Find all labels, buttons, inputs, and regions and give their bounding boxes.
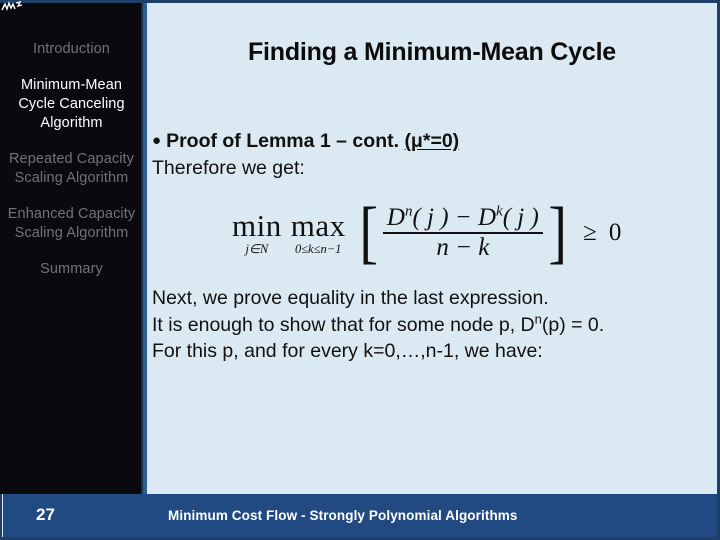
footer-bar: 27 Minimum Cost Flow - Strongly Polynomi… (3, 494, 717, 537)
subline-text: Therefore we get: (152, 157, 305, 179)
bullet-underlined-text: (μ*=0) (404, 130, 460, 152)
slide: Introduction Minimum-Mean Cycle Cancelin… (0, 0, 720, 540)
paragraph-line-2-text: It is enough to show that for some node … (152, 313, 535, 336)
sidebar-item-enhanced-capacity-scaling-algorithm[interactable]: Enhanced Capacity Scaling Algorithm (0, 205, 143, 243)
bracket-close: ] (548, 194, 567, 271)
paragraph-line-2-superscript: n (534, 311, 542, 326)
page-number: 27 (36, 505, 55, 524)
min-operator: min j∈N (232, 207, 282, 256)
fraction-denominator: n − k (436, 234, 490, 261)
paragraph-line-3: For this p, and for every k=0,…,n-1, we … (152, 340, 543, 362)
sidebar-item-introduction[interactable]: Introduction (0, 40, 143, 59)
numerator-term1: D (386, 204, 405, 231)
numerator-minus: − (454, 204, 472, 231)
footer-title: Minimum Cost Flow - Strongly Polynomial … (168, 508, 518, 523)
sidebar-item-repeated-capacity-scaling-algorithm[interactable]: Repeated Capacity Scaling Algorithm (0, 150, 143, 188)
sidebar-item-minimum-mean-cycle-canceling-algorithm[interactable]: Minimum-Mean Cycle Canceling Algorithm (0, 76, 143, 133)
sidebar-item-summary[interactable]: Summary (0, 260, 143, 279)
numerator-term2: D (477, 204, 497, 231)
fraction-numerator: Dn( j ) − Dk( j ) (383, 204, 543, 232)
numerator-term1-arg: ( j ) (412, 204, 449, 231)
relation-symbol: ≥ (583, 219, 597, 246)
right-hand-side: 0 (608, 219, 622, 246)
min-label: min (232, 207, 282, 243)
numerator-term2-sup: k (496, 203, 503, 220)
numerator-term2-arg: ( j ) (502, 204, 539, 231)
bullet-line: ● Proof of Lemma 1 – cont. (μ*=0) (152, 128, 717, 154)
sidebar-nav: Introduction Minimum-Mean Cycle Cancelin… (0, 40, 143, 296)
slide-title: Finding a Minimum-Mean Cycle (247, 38, 617, 66)
paragraph-line-2-tail: (p) = 0. (541, 313, 605, 336)
bullet-dot-icon: ● (152, 132, 162, 149)
paragraph-line-2: It is enough to show that for some node … (152, 312, 720, 339)
max-operator: max 0≤k≤n−1 (290, 207, 346, 256)
content-block: ● Proof of Lemma 1 – cont. (μ*=0) Therefo… (152, 128, 717, 182)
bullet-text: Proof of Lemma 1 – cont. (166, 130, 405, 152)
paragraph-block: Next, we prove equality in the last expr… (152, 285, 720, 365)
sidebar-accent-bar (143, 3, 147, 494)
paragraph-line-1: Next, we prove equality in the last expr… (152, 287, 549, 309)
max-label: max (290, 207, 346, 243)
math-formula: min j∈N max 0≤k≤n−1 [ Dn( j ) − Dk( j ) … (232, 197, 621, 269)
fraction: Dn( j ) − Dk( j ) n − k (382, 204, 543, 262)
min-subscript: j∈N (245, 241, 269, 256)
bracket-open: [ (358, 194, 378, 271)
max-subscript: 0≤k≤n−1 (294, 241, 342, 256)
